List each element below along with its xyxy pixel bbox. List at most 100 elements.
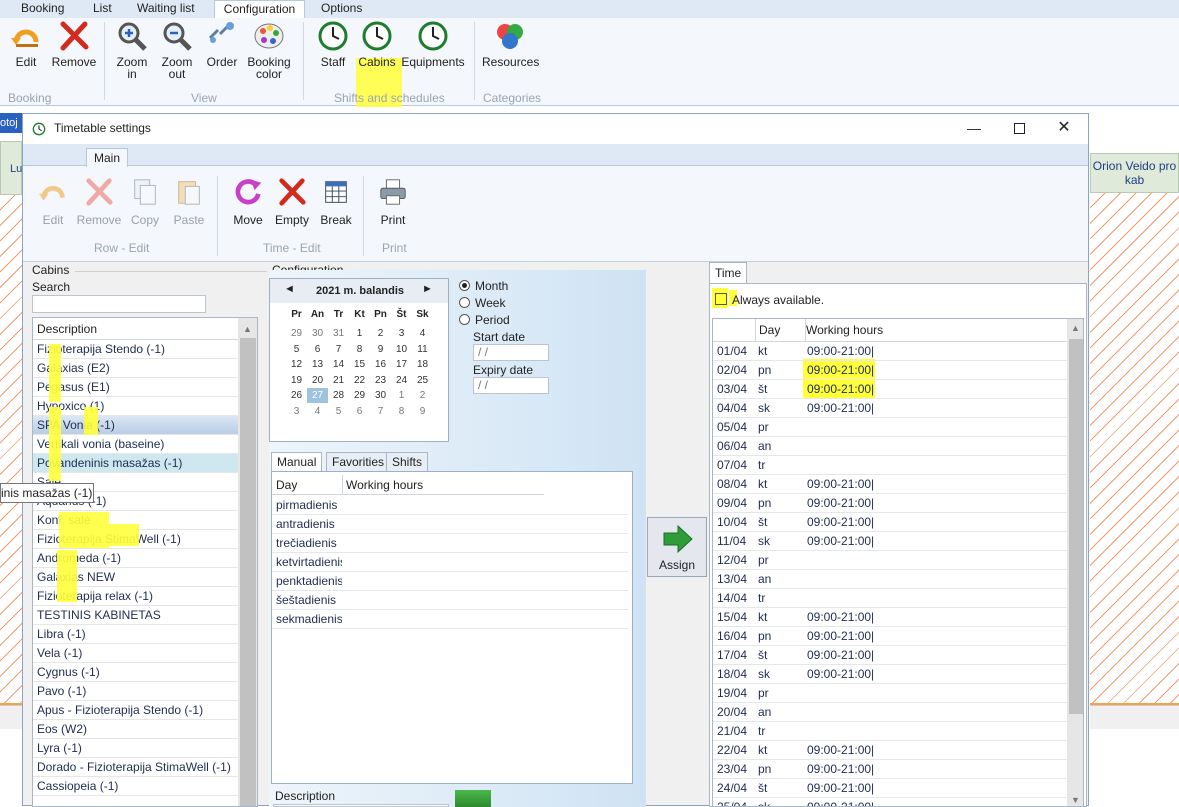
calendar-day[interactable]: 5 bbox=[286, 342, 307, 357]
month-radio[interactable] bbox=[459, 280, 470, 291]
list-item[interactable]: Cygnus (-1) bbox=[33, 663, 238, 682]
table-row[interactable]: sekmadienis bbox=[272, 610, 628, 629]
scroll-thumb[interactable] bbox=[1069, 339, 1083, 714]
table-row[interactable]: 24/04 št 09:00-21:00| bbox=[713, 779, 1069, 798]
table-row[interactable]: 03/04 št 09:00-21:00| bbox=[713, 380, 1069, 399]
table-row[interactable]: 02/04 pn 09:00-21:00| bbox=[713, 361, 1069, 380]
table-row[interactable]: 14/04 tr bbox=[713, 589, 1069, 608]
list-item[interactable]: Fizioterapija Stendo (-1) bbox=[33, 340, 238, 359]
calendar-day[interactable]: 7 bbox=[328, 342, 349, 357]
table-row[interactable]: 17/04 št 09:00-21:00| bbox=[713, 646, 1069, 665]
scroll-down-icon[interactable]: ▼ bbox=[1071, 795, 1080, 805]
list-item[interactable]: Dorado - Fizioterapija StimaWell (-1) bbox=[33, 758, 238, 777]
calendar-day[interactable]: 29 bbox=[349, 388, 370, 403]
tab-list[interactable]: List bbox=[93, 0, 112, 18]
calendar-day[interactable]: 19 bbox=[286, 373, 307, 388]
tab-main[interactable]: Main bbox=[86, 148, 128, 167]
table-row[interactable]: 15/04 kt 09:00-21:00| bbox=[713, 608, 1069, 627]
move-button[interactable]: Move bbox=[228, 177, 268, 227]
calendar-day[interactable]: 22 bbox=[349, 373, 370, 388]
column-header-description[interactable]: Description bbox=[33, 318, 238, 340]
maximize-button[interactable] bbox=[1008, 120, 1030, 142]
list-item[interactable]: Cassiopeia (-1) bbox=[33, 777, 238, 796]
horizontal-scrollbar[interactable] bbox=[0, 705, 22, 729]
week-radio[interactable] bbox=[459, 297, 470, 308]
booking-color-button[interactable]: Booking color bbox=[244, 20, 294, 80]
calendar-day[interactable]: 1 bbox=[349, 326, 370, 341]
scroll-thumb[interactable] bbox=[240, 338, 256, 806]
expiry-date-field[interactable]: / / bbox=[473, 377, 549, 394]
table-row[interactable]: 21/04 tr bbox=[713, 722, 1069, 741]
table-row[interactable]: ketvirtadienis bbox=[272, 553, 628, 572]
calendar-day[interactable]: 4 bbox=[307, 404, 328, 419]
zoom-in-button[interactable]: Zoom in bbox=[112, 20, 152, 80]
row-edit-button[interactable]: Edit bbox=[35, 177, 71, 227]
calendar-day[interactable]: 8 bbox=[391, 404, 412, 419]
list-item[interactable]: Vela (-1) bbox=[33, 644, 238, 663]
remove-button[interactable]: Remove bbox=[50, 20, 98, 68]
list-item[interactable]: Hypoxico (1) bbox=[33, 397, 238, 416]
assign-button[interactable]: Assign bbox=[647, 517, 707, 577]
list-item[interactable]: TESTINIS KABINETAS bbox=[33, 606, 238, 625]
calendar-day[interactable]: 14 bbox=[328, 357, 349, 372]
calendar-day[interactable]: 25 bbox=[412, 373, 433, 388]
calendar-day[interactable]: 16 bbox=[370, 357, 391, 372]
window-titlebar[interactable]: Timetable settings — ✕ bbox=[23, 114, 1088, 144]
staff-button[interactable]: Staff bbox=[315, 20, 351, 68]
calendar-day[interactable]: 18 bbox=[412, 357, 433, 372]
list-item[interactable]: Vertikali vonia (baseine) bbox=[33, 435, 238, 454]
tab-time[interactable]: Time bbox=[709, 262, 748, 284]
table-row[interactable]: 22/04 kt 09:00-21:00| bbox=[713, 741, 1069, 760]
calendar-day[interactable]: 12 bbox=[286, 357, 307, 372]
calendar-day[interactable]: 6 bbox=[349, 404, 370, 419]
calendar-next-icon[interactable]: ► bbox=[422, 283, 433, 295]
always-available-checkbox[interactable] bbox=[715, 293, 727, 305]
calendar-day[interactable]: 6 bbox=[307, 342, 328, 357]
horizontal-scrollbar[interactable] bbox=[1090, 705, 1179, 729]
empty-button[interactable]: Empty bbox=[272, 177, 312, 227]
tab-booking[interactable]: Booking bbox=[21, 0, 64, 18]
table-row[interactable]: 18/04 sk 09:00-21:00| bbox=[713, 665, 1069, 684]
copy-button[interactable]: Copy bbox=[127, 177, 163, 227]
calendar-day[interactable]: 10 bbox=[391, 342, 412, 357]
list-item[interactable]: Eos (W2) bbox=[33, 720, 238, 739]
tab-shifts[interactable]: Shifts bbox=[386, 452, 429, 472]
calendar-day[interactable]: 20 bbox=[307, 373, 328, 388]
table-row[interactable]: penktadienis bbox=[272, 572, 628, 591]
scroll-up-icon[interactable]: ▲ bbox=[1071, 323, 1080, 333]
add-icon[interactable] bbox=[455, 790, 491, 807]
minimize-button[interactable]: — bbox=[963, 118, 985, 140]
calendar-day[interactable]: 17 bbox=[391, 357, 412, 372]
table-row[interactable]: 10/04 št 09:00-21:00| bbox=[713, 513, 1069, 532]
table-row[interactable]: 07/04 tr bbox=[713, 456, 1069, 475]
table-row[interactable]: 20/04 an bbox=[713, 703, 1069, 722]
calendar-day[interactable]: 2 bbox=[370, 326, 391, 341]
calendar-day[interactable]: 2 bbox=[412, 388, 433, 403]
order-button[interactable]: Order bbox=[203, 20, 241, 68]
list-item[interactable]: Galaxias (E2) bbox=[33, 359, 238, 378]
calendar-day[interactable]: 21 bbox=[328, 373, 349, 388]
calendar-day[interactable]: 28 bbox=[328, 388, 349, 403]
period-radio[interactable] bbox=[459, 314, 470, 325]
search-input[interactable] bbox=[32, 295, 206, 313]
column-header-working-hours[interactable]: Working hours bbox=[342, 475, 544, 495]
calendar-day[interactable]: 4 bbox=[412, 326, 433, 341]
list-item[interactable]: SPA Vonia (-1) bbox=[33, 416, 238, 435]
vertical-scrollbar[interactable]: ▲ ▼ bbox=[1067, 319, 1083, 806]
table-row[interactable]: 06/04 an bbox=[713, 437, 1069, 456]
calendar-day[interactable]: 5 bbox=[328, 404, 349, 419]
table-row[interactable]: 05/04 pr bbox=[713, 418, 1069, 437]
column-header-day[interactable]: Day bbox=[755, 319, 805, 342]
calendar-day[interactable]: 9 bbox=[370, 342, 391, 357]
list-item[interactable]: Lyra (-1) bbox=[33, 739, 238, 758]
vertical-scrollbar[interactable]: ▲ bbox=[238, 318, 257, 806]
tab-options[interactable]: Options bbox=[321, 0, 362, 18]
calendar-day[interactable]: 3 bbox=[391, 326, 412, 341]
list-item[interactable]: Apus - Fizioterapija Stendo (-1) bbox=[33, 701, 238, 720]
table-row[interactable]: 08/04 kt 09:00-21:00| bbox=[713, 475, 1069, 494]
table-row[interactable]: antradienis bbox=[272, 515, 628, 534]
column-header-working-hours[interactable]: Working hours bbox=[805, 319, 985, 342]
calendar-day[interactable]: 27 bbox=[307, 388, 328, 403]
calendar-day[interactable]: 29 bbox=[286, 326, 307, 341]
table-row[interactable]: 11/04 sk 09:00-21:00| bbox=[713, 532, 1069, 551]
